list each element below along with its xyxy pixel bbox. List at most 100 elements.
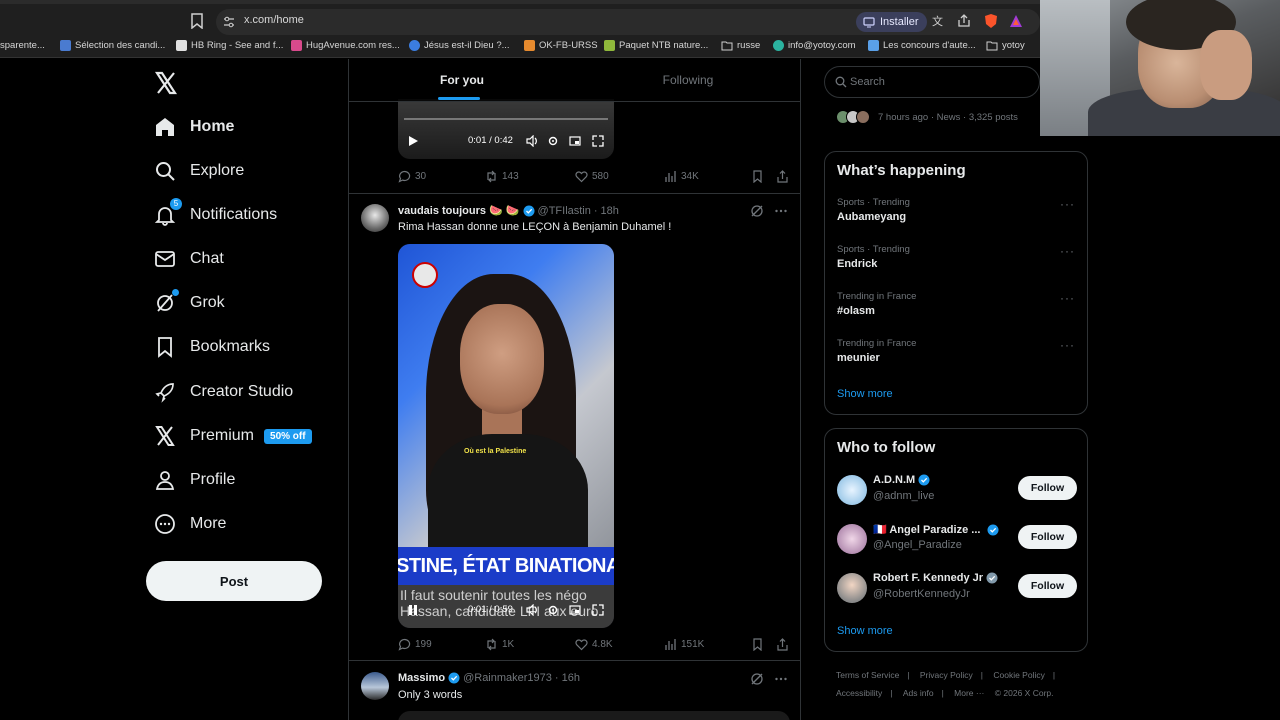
repost-button[interactable]: 143	[485, 170, 519, 183]
pip-icon[interactable]	[569, 604, 581, 616]
volume-icon[interactable]	[526, 604, 538, 616]
repost-button[interactable]: 1K	[485, 638, 514, 651]
more-options-icon[interactable]: ···	[1060, 338, 1075, 352]
bookmark-item[interactable]: HugAvenue.com res...	[291, 40, 400, 51]
brave-rewards-icon[interactable]	[1008, 13, 1024, 29]
show-more-link[interactable]: Show more	[837, 388, 893, 400]
bookmark-item[interactable]: Sélection des candi...	[60, 40, 165, 51]
post-button[interactable]: Post	[146, 561, 322, 601]
nav-creator-studio[interactable]: Creator Studio	[154, 377, 293, 407]
more-options-icon[interactable]: ···	[1060, 197, 1075, 211]
tweet-media[interactable]	[398, 711, 790, 720]
pause-icon[interactable]	[407, 604, 419, 616]
nav-chat[interactable]: Chat	[154, 244, 224, 274]
site-settings-icon[interactable]	[222, 15, 236, 29]
tweet-video[interactable]: 0:01 / 0:42	[398, 99, 614, 159]
bookmark-tweet-button[interactable]	[751, 170, 764, 183]
footer-link[interactable]: Terms of Service	[836, 670, 899, 680]
share-icon[interactable]	[956, 13, 972, 29]
pip-icon[interactable]	[569, 135, 581, 147]
bookmark-item[interactable]: info@yotoy.com	[773, 40, 856, 51]
play-icon[interactable]	[407, 135, 419, 147]
share-tweet-button[interactable]	[776, 638, 789, 651]
nav-grok[interactable]: Grok	[154, 288, 225, 318]
trend-item[interactable]: Trending in France #olasm ···	[837, 291, 1077, 327]
brave-shield-icon[interactable]	[983, 13, 999, 29]
views-button[interactable]: 151K	[664, 638, 704, 651]
reply-button[interactable]: 199	[398, 638, 432, 651]
follow-suggestion[interactable]: A.D.N.M @adnm_live Follow	[837, 473, 1077, 507]
avatar[interactable]	[361, 672, 389, 700]
more-options-icon[interactable]	[774, 672, 788, 686]
bookmark-label: russe	[737, 40, 761, 51]
tweet-timestamp[interactable]: 16h	[562, 672, 580, 684]
bookmark-item[interactable]: HB Ring - See and f...	[176, 40, 283, 51]
follow-suggestion[interactable]: Robert F. Kennedy Jr @RobertKennedyJr Fo…	[837, 571, 1077, 605]
grok-explain-icon[interactable]	[750, 204, 764, 218]
views-button[interactable]: 34K	[664, 170, 699, 183]
author-name[interactable]: vaudais toujours 🍉 🍉	[398, 204, 520, 217]
trend-item[interactable]: Sports · Trending Endrick ···	[837, 244, 1077, 280]
bookmark-item[interactable]: Paquet NTB nature...	[604, 40, 708, 51]
author-handle[interactable]: @Rainmaker1973	[463, 672, 552, 684]
author-name[interactable]: Massimo	[398, 672, 445, 684]
search-box[interactable]: Search	[824, 66, 1040, 98]
fullscreen-icon[interactable]	[592, 135, 604, 147]
tab-following[interactable]: Following	[575, 59, 800, 102]
fullscreen-icon[interactable]	[592, 604, 604, 616]
trend-item[interactable]: Trending in France meunier ···	[837, 338, 1077, 374]
trend-name: Aubameyang	[837, 211, 907, 223]
translate-icon[interactable]: 文	[931, 13, 947, 29]
footer-link[interactable]: Accessibility	[836, 688, 882, 698]
reply-button[interactable]: 30	[398, 170, 426, 183]
x-logo-icon[interactable]	[154, 71, 178, 95]
footer-link[interactable]: Privacy Policy	[920, 670, 973, 680]
install-app-button[interactable]: Installer	[856, 12, 927, 32]
footer-link[interactable]: More ···	[954, 688, 984, 698]
author-handle[interactable]: @TFIlastin	[538, 205, 591, 217]
nav-explore[interactable]: Explore	[154, 156, 244, 186]
share-tweet-button[interactable]	[776, 170, 789, 183]
grok-explain-icon[interactable]	[750, 672, 764, 686]
more-options-icon[interactable]: ···	[1060, 244, 1075, 258]
bookmark-item[interactable]: sparente...	[0, 40, 45, 51]
avatar[interactable]	[837, 524, 867, 554]
bookmark-page-icon[interactable]	[190, 13, 204, 29]
nav-home[interactable]: Home	[154, 112, 234, 142]
address-bar[interactable]: x.com/home Installer 文	[216, 9, 1040, 35]
footer-link[interactable]: Cookie Policy	[993, 670, 1045, 680]
avatar[interactable]	[837, 573, 867, 603]
settings-icon[interactable]	[547, 135, 559, 147]
nav-more[interactable]: More	[154, 509, 226, 539]
bookmark-tweet-button[interactable]	[751, 638, 764, 651]
bookmark-item[interactable]: Jésus est-il Dieu ?...	[409, 40, 510, 51]
tweet-timestamp[interactable]: 18h	[601, 205, 619, 217]
follow-button[interactable]: Follow	[1018, 574, 1077, 598]
settings-icon[interactable]	[547, 604, 559, 616]
nav-notifications[interactable]: 5 Notifications	[154, 198, 277, 230]
bookmark-folder[interactable]: russe	[721, 40, 760, 51]
tab-for-you[interactable]: For you	[349, 59, 575, 102]
avatar[interactable]	[361, 204, 389, 232]
tweet-video[interactable]: Où est la Palestine STINE, ÉTAT BINATION…	[398, 244, 614, 628]
trend-item[interactable]: Sports · Trending Aubameyang ···	[837, 197, 1077, 233]
more-options-icon[interactable]: ···	[1060, 291, 1075, 305]
follow-button[interactable]: Follow	[1018, 476, 1077, 500]
news-item-meta[interactable]: 7 hours ago · News · 3,325 posts	[836, 108, 1018, 126]
nav-bookmarks[interactable]: Bookmarks	[154, 332, 270, 362]
nav-profile[interactable]: Profile	[154, 465, 235, 495]
volume-icon[interactable]	[526, 135, 538, 147]
avatar[interactable]	[837, 475, 867, 505]
bookmark-folder[interactable]: yotoy	[986, 40, 1025, 51]
bookmark-item[interactable]: OK-FB-URSS	[524, 40, 598, 51]
more-options-icon[interactable]	[774, 204, 788, 218]
video-progress-bar[interactable]	[404, 118, 608, 120]
nav-premium[interactable]: Premium 50% off	[154, 421, 312, 451]
follow-suggestion[interactable]: 🇫🇷 Angel Paradize ... @Angel_Paradize Fo…	[837, 522, 1077, 556]
like-button[interactable]: 4.8K	[575, 638, 613, 651]
like-button[interactable]: 580	[575, 170, 609, 183]
show-more-link[interactable]: Show more	[837, 625, 893, 637]
follow-button[interactable]: Follow	[1018, 525, 1077, 549]
bookmark-item[interactable]: Les concours d'aute...	[868, 40, 976, 51]
footer-link[interactable]: Ads info	[903, 688, 934, 698]
